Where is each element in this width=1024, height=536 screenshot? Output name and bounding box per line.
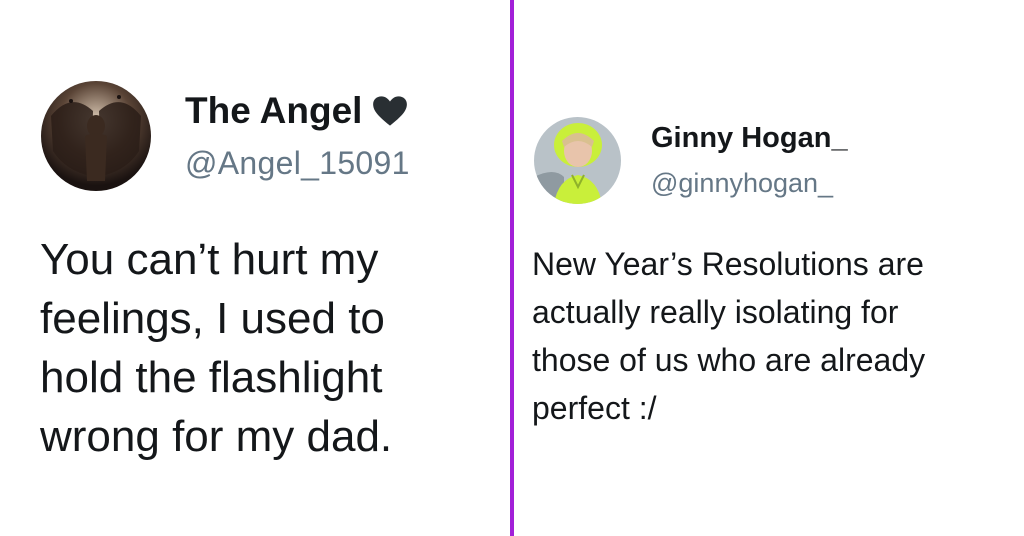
user-handle[interactable]: @ginnyhogan_ bbox=[651, 168, 833, 199]
tweet-text-line: You can’t hurt my bbox=[40, 235, 379, 284]
black-heart-icon bbox=[372, 95, 408, 127]
display-name[interactable]: The Angel bbox=[185, 90, 408, 132]
user-handle[interactable]: @Angel_15091 bbox=[185, 145, 410, 182]
display-name[interactable]: Ginny Hogan_ bbox=[651, 122, 848, 155]
tweet-text: You can’t hurt my feelings, I used to ho… bbox=[40, 230, 480, 466]
tweet-card-ginny: Ginny Hogan_ @ginnyhogan_ New Year’s Res… bbox=[514, 0, 1024, 536]
tweet-card-angel: The Angel @Angel_15091 You can’t hurt my… bbox=[0, 0, 510, 536]
display-name-text: Ginny Hogan_ bbox=[651, 122, 848, 154]
avatar[interactable] bbox=[41, 81, 151, 191]
display-name-text: The Angel bbox=[185, 90, 363, 131]
tweet-text-line: those of us who are already bbox=[532, 342, 926, 378]
tweet-text-line: feelings, I used to bbox=[40, 294, 385, 343]
tweet-text-line: New Year’s Resolutions are bbox=[532, 246, 924, 282]
avatar[interactable] bbox=[534, 117, 621, 204]
tweet-text-line: wrong for my dad. bbox=[40, 412, 393, 461]
tweet-text: New Year’s Resolutions are actually real… bbox=[532, 240, 1022, 432]
tweet-text-line: actually really isolating for bbox=[532, 294, 899, 330]
tweet-text-line: hold the flashlight bbox=[40, 353, 383, 402]
tweet-text-line: perfect :/ bbox=[532, 390, 657, 426]
